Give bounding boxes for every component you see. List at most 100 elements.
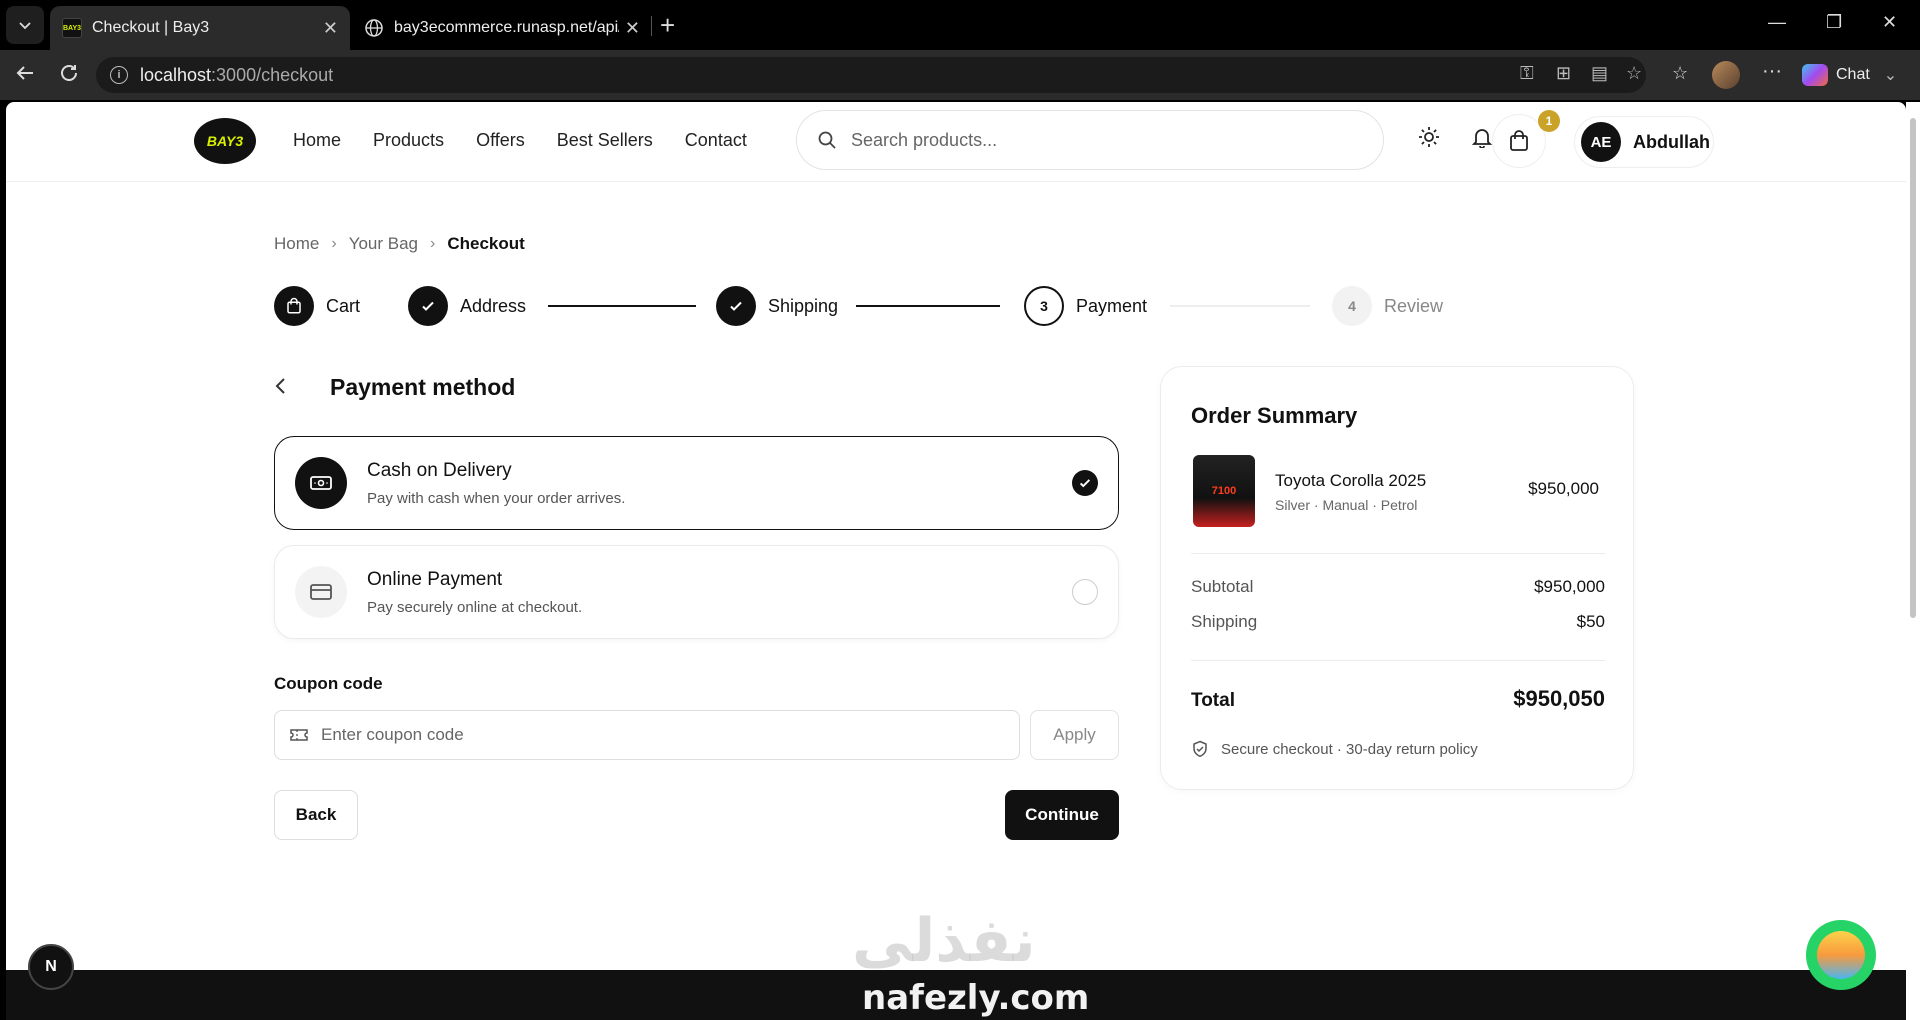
url-field[interactable]: i localhost :3000/checkout — [96, 57, 1646, 93]
payment-option-cod[interactable]: Cash on Delivery Pay with cash when your… — [274, 436, 1119, 530]
main-nav: Home Products Offers Best Sellers Contac… — [293, 130, 747, 151]
chevron-right-icon: › — [331, 235, 337, 252]
nav-contact[interactable]: Contact — [685, 130, 747, 151]
favorite-star-icon[interactable]: ☆ — [1626, 63, 1642, 84]
restore-icon[interactable]: ❐ — [1826, 12, 1842, 33]
reading-view-icon[interactable]: ▤ — [1591, 63, 1608, 84]
tab-checkout[interactable]: BAY3 Checkout | Bay3 ✕ — [50, 6, 350, 50]
beach-sticker-icon — [1817, 931, 1865, 979]
subtotal-value: $950,000 — [1534, 577, 1605, 596]
coupon-input[interactable] — [321, 725, 1001, 745]
breadcrumb: Home › Your Bag › Checkout — [274, 234, 525, 254]
tab-api[interactable]: bay3ecommerce.runasp.net/api/au ✕ — [352, 6, 652, 50]
search-bar — [796, 110, 1384, 170]
shipping-row: Shipping $50 — [1191, 612, 1605, 632]
secure-checkout-note: Secure checkout · 30-day return policy — [1191, 740, 1478, 758]
product-image: 7100 — [1193, 455, 1255, 527]
more-options-icon[interactable]: ··· — [1762, 60, 1782, 83]
profile-avatar[interactable] — [1712, 61, 1740, 89]
tab-list-dropdown[interactable] — [6, 6, 44, 44]
globe-icon — [364, 18, 384, 38]
nav-offers[interactable]: Offers — [476, 130, 525, 151]
page-scrollbar[interactable] — [1906, 102, 1920, 1020]
close-window-icon[interactable]: ✕ — [1882, 12, 1897, 33]
radio-selected-check-icon[interactable] — [1072, 470, 1098, 496]
product-price: $950,000 — [1528, 479, 1599, 498]
step-connector — [548, 305, 696, 307]
step-connector — [1170, 305, 1310, 307]
reload-icon[interactable] — [58, 62, 80, 90]
shield-check-icon — [1193, 740, 1207, 758]
credit-card-icon — [295, 566, 347, 618]
watermark-arabic: نفذلي — [852, 906, 1036, 976]
apply-coupon-button[interactable]: Apply — [1030, 710, 1119, 760]
payment-option-desc: Pay with cash when your order arrives. — [367, 489, 626, 507]
new-tab-icon[interactable]: + — [660, 10, 675, 40]
total-row: Total $950,050 — [1191, 686, 1605, 712]
back-button[interactable]: Back — [274, 790, 358, 840]
copilot-chat-button[interactable]: Chat ⌄ — [1802, 59, 1897, 91]
site-header: BAY3 Home Products Offers Best Sellers C… — [6, 102, 1906, 182]
bay3-favicon: BAY3 — [62, 18, 82, 38]
minimize-icon[interactable]: — — [1768, 12, 1786, 33]
step-cart[interactable]: Cart — [274, 286, 360, 326]
payment-option-name: Cash on Delivery — [367, 459, 512, 481]
back-arrow-icon[interactable] — [14, 62, 36, 90]
radio-unselected[interactable] — [1072, 579, 1098, 605]
coupon-label: Coupon code — [274, 674, 383, 693]
check-icon — [408, 286, 448, 326]
nextjs-dev-badge[interactable]: N — [28, 944, 74, 990]
bay3-logo[interactable]: BAY3 — [194, 118, 256, 164]
cart-count-badge: 1 — [1538, 110, 1560, 132]
order-summary-card: Order Summary 7100 Toyota Corolla 2025 S… — [1160, 366, 1634, 790]
step-shipping[interactable]: Shipping — [716, 286, 838, 326]
step-number: 4 — [1332, 286, 1372, 326]
product-variant: Silver · Manual · Petrol — [1275, 497, 1418, 513]
tab-separator — [651, 16, 652, 36]
product-name: Toyota Corolla 2025 — [1275, 471, 1427, 490]
step-payment[interactable]: 3 Payment — [1024, 286, 1147, 326]
breadcrumb-home[interactable]: Home — [274, 234, 319, 254]
url-host: localhost — [140, 64, 212, 85]
apps-icon[interactable]: ⊞ — [1556, 63, 1571, 84]
theme-toggle-sun-icon[interactable] — [1418, 126, 1440, 154]
chevron-left-icon[interactable] — [274, 375, 304, 401]
chat-label: Chat — [1836, 66, 1870, 83]
whatsapp-chat-button[interactable] — [1806, 920, 1876, 990]
nav-best-sellers[interactable]: Best Sellers — [557, 130, 653, 151]
step-address[interactable]: Address — [408, 286, 526, 326]
user-menu-button[interactable]: AE Abdullah — [1574, 116, 1714, 168]
bell-icon[interactable] — [1471, 126, 1493, 154]
step-label: Address — [460, 295, 527, 316]
close-tab-icon[interactable]: ✕ — [323, 18, 338, 39]
continue-button[interactable]: Continue — [1005, 790, 1119, 840]
step-label: Payment — [1076, 295, 1148, 316]
scrollbar-thumb[interactable] — [1910, 118, 1916, 618]
step-number: 3 — [1024, 286, 1064, 326]
breadcrumb-your-bag[interactable]: Your Bag — [349, 234, 418, 254]
subtotal-row: Subtotal $950,000 — [1191, 577, 1605, 597]
step-label: Cart — [326, 295, 361, 316]
total-label: Total — [1191, 690, 1235, 711]
checkout-stepper: Cart Address Shipping 3 Payment 4 Review — [274, 286, 1454, 326]
search-input[interactable] — [851, 129, 1331, 151]
shipping-value: $50 — [1576, 612, 1605, 631]
breadcrumb-checkout: Checkout — [447, 234, 525, 253]
step-connector — [856, 305, 1000, 307]
step-review[interactable]: 4 Review — [1332, 286, 1443, 326]
ticket-icon — [290, 729, 308, 741]
key-icon[interactable]: ⚿ — [1520, 63, 1534, 84]
nav-home[interactable]: Home — [293, 130, 341, 151]
tab-title: bay3ecommerce.runasp.net/api/au — [394, 19, 619, 36]
payment-option-desc: Pay securely online at checkout. — [367, 598, 583, 616]
shopping-bag-icon — [1510, 130, 1528, 151]
divider — [1191, 553, 1605, 554]
favorites-list-icon[interactable]: ☆ — [1672, 63, 1688, 84]
site-info-icon[interactable]: i — [110, 66, 128, 84]
order-summary-title: Order Summary — [1191, 403, 1358, 428]
divider — [1191, 660, 1605, 661]
payment-option-online[interactable]: Online Payment Pay securely online at ch… — [274, 545, 1119, 639]
nav-products[interactable]: Products — [373, 130, 444, 151]
close-tab-icon[interactable]: ✕ — [625, 18, 640, 39]
avatar: AE — [1581, 122, 1621, 162]
